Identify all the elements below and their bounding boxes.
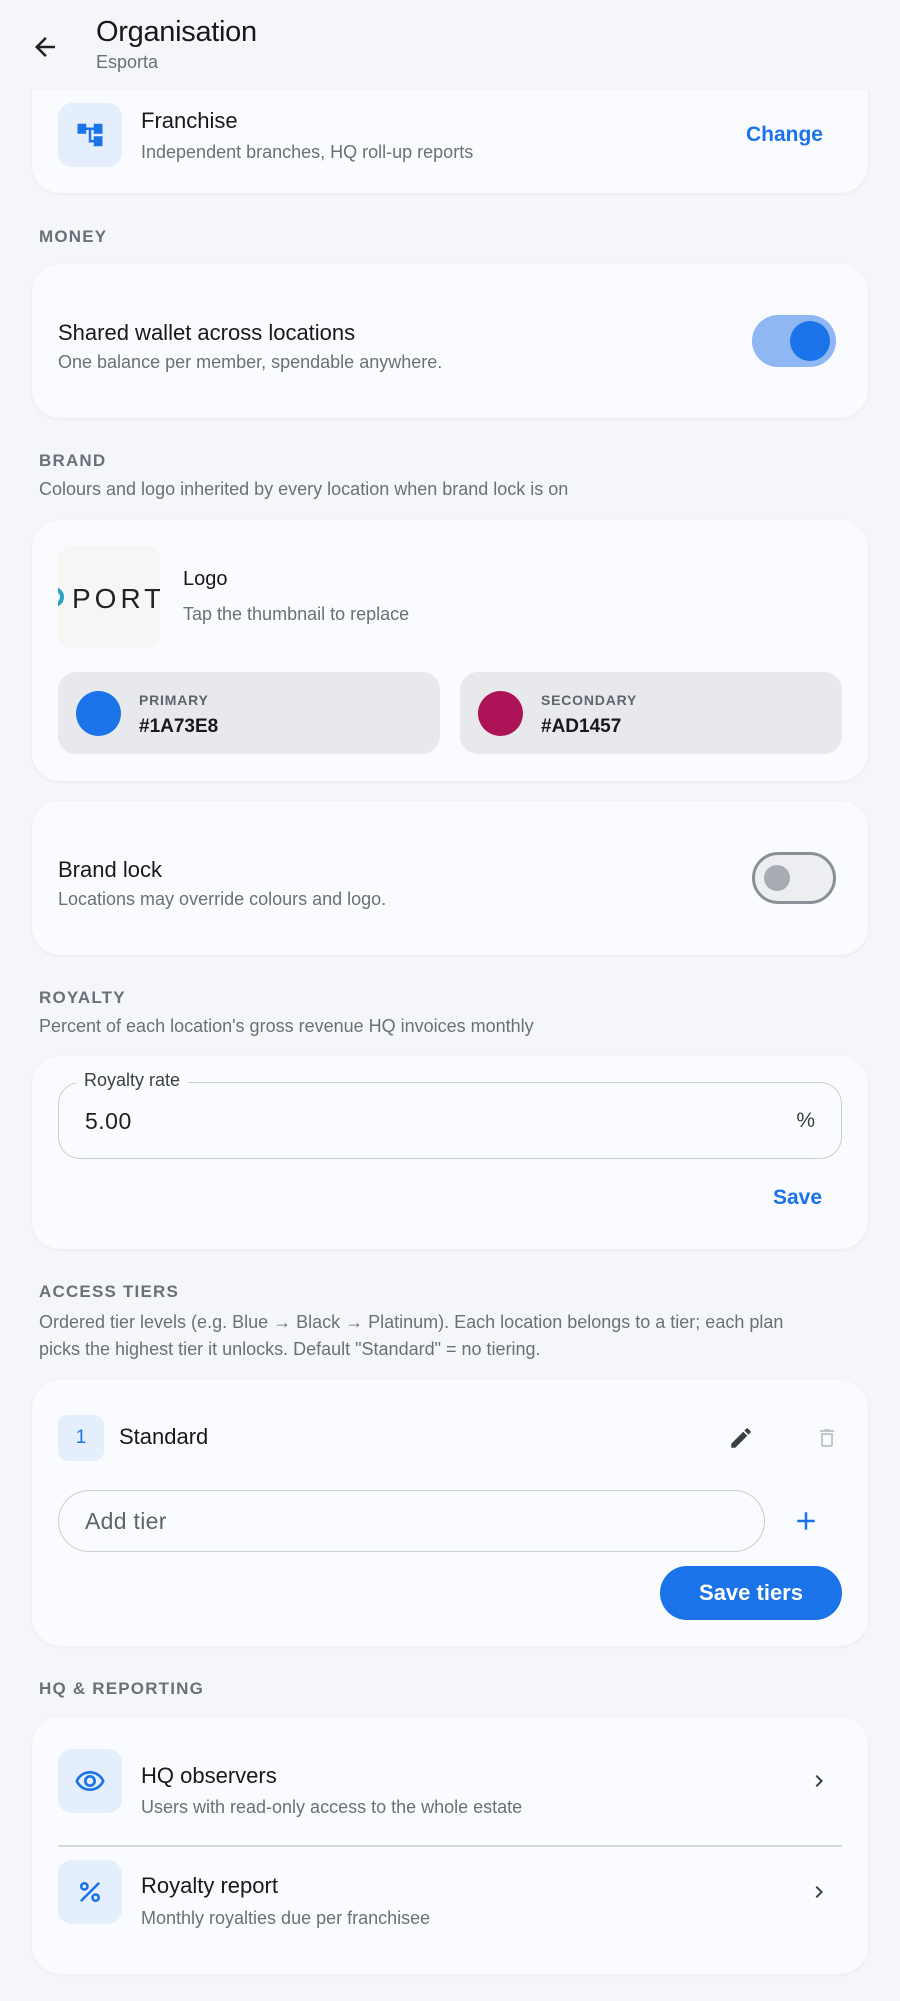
section-label-royalty: ROYALTY: [39, 988, 126, 1007]
eye-icon: [75, 1771, 105, 1791]
tier-rank: 1: [75, 1427, 87, 1448]
shared-wallet-toggle[interactable]: [752, 315, 836, 367]
primary-color-swatch[interactable]: PRIMARY #1A73E8: [58, 672, 440, 754]
secondary-color-dot: [478, 691, 523, 736]
page-title: Organisation: [96, 16, 257, 48]
trash-icon: [820, 1429, 834, 1447]
logo-title: Logo: [183, 568, 228, 590]
hq-observers-row[interactable]: HQ observers Users with read-only access…: [32, 1717, 868, 1845]
brand-lock-description: Locations may override colours and logo.: [58, 889, 387, 909]
page-subtitle: Esporta: [96, 52, 159, 72]
tier-rank-badge: 1: [58, 1415, 104, 1461]
plus-icon: [797, 1512, 815, 1530]
logo-thumbnail[interactable]: PORT: [58, 546, 160, 648]
primary-color-dot: [76, 691, 121, 736]
primary-color-label: PRIMARY: [139, 692, 209, 708]
org-type-icon-tile: [58, 103, 122, 167]
percent-icon: [80, 1882, 100, 1902]
royalty-rate-suffix: %: [796, 1109, 815, 1132]
tier-name: Standard: [119, 1424, 209, 1449]
org-type-description: Independent branches, HQ roll-up reports: [141, 142, 474, 162]
shared-wallet-card: Shared wallet across locations One balan…: [32, 264, 868, 418]
add-tier-button[interactable]: [784, 1499, 828, 1543]
section-label-brand: BRAND: [39, 451, 107, 470]
change-org-type-button[interactable]: Change: [746, 123, 823, 147]
brand-lock-card: Brand lock Locations may override colour…: [32, 801, 868, 955]
brand-lock-toggle[interactable]: [752, 852, 836, 904]
logo-wordmark: PORT: [72, 583, 160, 614]
add-tier-placeholder: Add tier: [85, 1508, 167, 1534]
royalty-rate-label: Royalty rate: [76, 1070, 189, 1091]
royalty-report-title: Royalty report: [141, 1873, 278, 1898]
royalty-report-description: Monthly royalties due per franchisee: [141, 1908, 431, 1928]
account-tree-icon: [77, 123, 103, 147]
arrow-back-icon: [35, 37, 55, 57]
royalty-card: 5.00 % Royalty rate Save: [32, 1056, 868, 1249]
secondary-color-swatch[interactable]: SECONDARY #AD1457: [460, 672, 842, 754]
secondary-color-label: SECONDARY: [541, 692, 638, 708]
brand-section-description: Colours and logo inherited by every loca…: [39, 479, 569, 499]
section-label-hq-reporting: HQ & REPORTING: [39, 1679, 205, 1698]
org-type-title: Franchise: [141, 108, 238, 133]
hq-observers-icon-tile: [58, 1749, 122, 1813]
toggle-knob: [764, 865, 790, 891]
chevron-right-icon: [815, 1775, 823, 1787]
primary-color-value: #1A73E8: [139, 716, 219, 737]
brand-lock-title: Brand lock: [58, 857, 162, 882]
hq-observers-description: Users with read-only access to the whole…: [141, 1797, 523, 1817]
royalty-report-row[interactable]: Royalty report Monthly royalties due per…: [32, 1846, 868, 1974]
shared-wallet-description: One balance per member, spendable anywhe…: [58, 352, 443, 372]
hq-reporting-card: HQ observers Users with read-only access…: [32, 1717, 868, 1974]
royalty-report-icon-tile: [58, 1860, 122, 1924]
edit-tier-button[interactable]: [723, 1420, 759, 1456]
royalty-section-description: Percent of each location's gross revenue…: [39, 1016, 534, 1036]
royalty-save-button[interactable]: Save: [773, 1186, 822, 1210]
add-tier-input[interactable]: Add tier: [58, 1490, 765, 1552]
access-tiers-description-line1: Ordered tier levels (e.g. Blue → Black →…: [39, 1312, 784, 1332]
app-bar: Organisation Esporta: [0, 0, 900, 90]
section-label-access-tiers: ACCESS TIERS: [39, 1282, 180, 1301]
royalty-rate-field[interactable]: 5.00 %: [58, 1082, 842, 1159]
secondary-color-value: #AD1457: [541, 716, 622, 737]
access-tiers-description-line2: picks the highest tier it unlocks. Defau…: [39, 1339, 541, 1359]
tier-row: 1 Standard: [32, 1380, 868, 1472]
back-button[interactable]: [22, 24, 68, 70]
chevron-right-icon: [815, 1886, 823, 1898]
delete-tier-button[interactable]: [809, 1420, 845, 1456]
logo-mark-arc: [58, 587, 64, 607]
shared-wallet-title: Shared wallet across locations: [58, 320, 356, 345]
section-label-money: MONEY: [39, 227, 108, 246]
royalty-rate-value: 5.00: [85, 1108, 132, 1134]
toggle-knob: [790, 321, 830, 361]
pencil-icon: [731, 1428, 751, 1448]
save-tiers-label: Save tiers: [699, 1580, 803, 1605]
hq-observers-title: HQ observers: [141, 1763, 277, 1788]
access-tiers-card: 1 Standard Add tier Save tiers: [32, 1380, 868, 1646]
save-tiers-button[interactable]: Save tiers: [660, 1566, 842, 1620]
org-type-card: Franchise Independent branches, HQ roll-…: [32, 84, 868, 193]
logo-hint: Tap the thumbnail to replace: [183, 604, 410, 624]
